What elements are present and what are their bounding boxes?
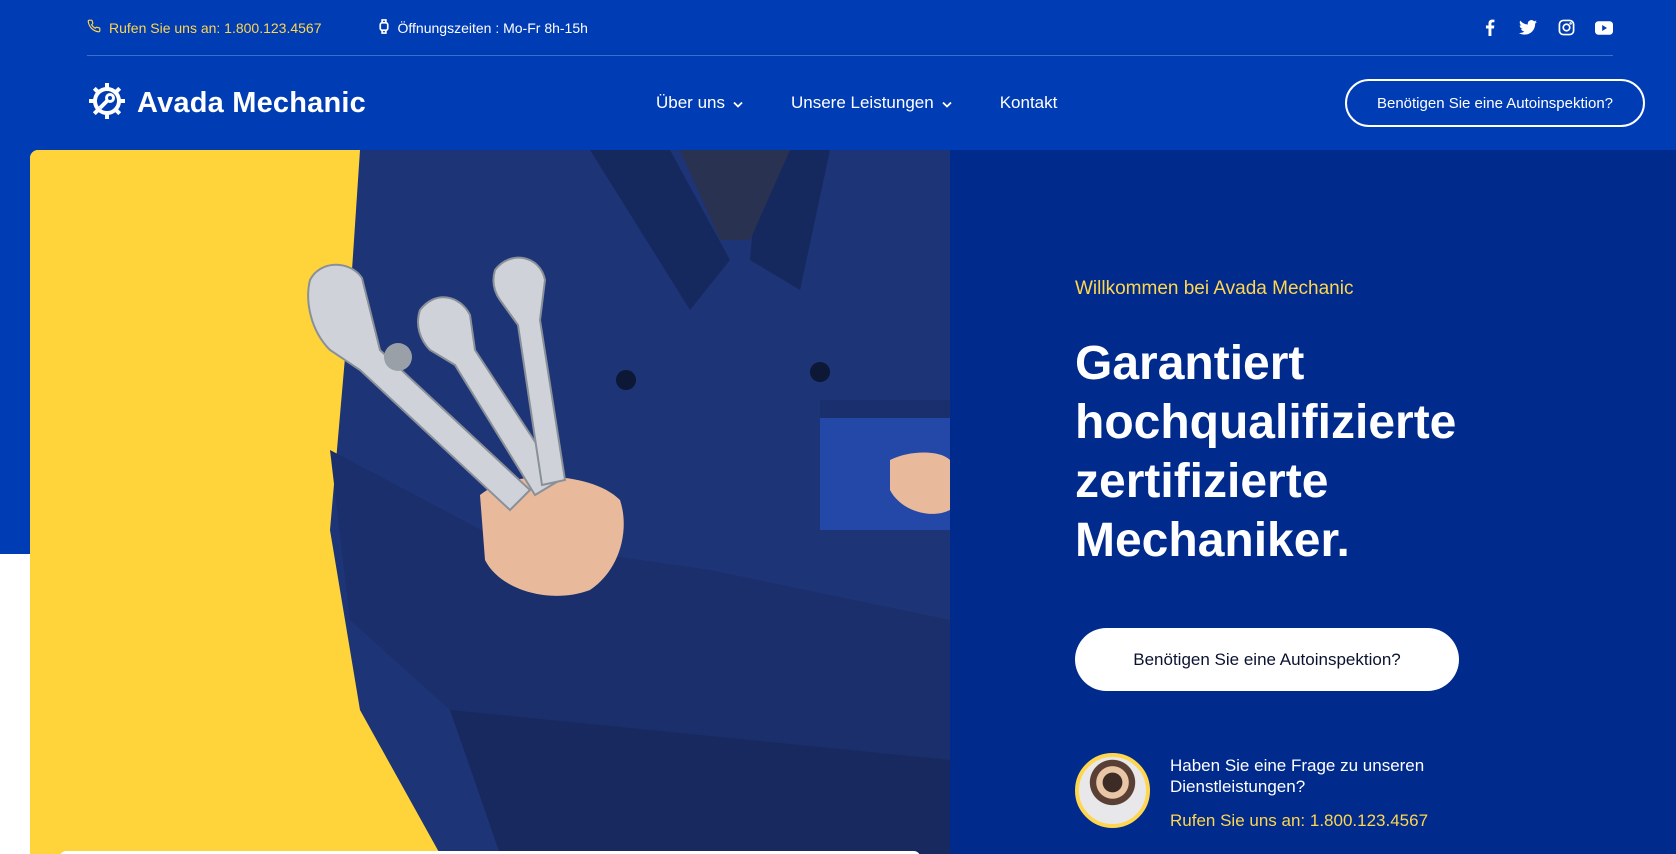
mechanic-with-wrenches-image: [30, 150, 950, 854]
nav-item-kontakt[interactable]: Kontakt: [1000, 93, 1058, 113]
topbar-phone-label: Rufen Sie uns an: 1.800.123.4567: [109, 19, 322, 36]
hero-kicker: Willkommen bei Avada Mechanic: [1075, 278, 1354, 299]
facebook-icon[interactable]: [1481, 19, 1499, 37]
youtube-icon[interactable]: [1595, 19, 1613, 37]
watch-icon: [378, 18, 390, 37]
nav-item-unsere-leistungen[interactable]: Unsere Leistungen: [791, 93, 952, 113]
hero-section: Willkommen bei Avada Mechanic Garantiert…: [30, 150, 1676, 854]
nav-menu: Über uns Unsere Leistungen Kontakt: [656, 93, 1057, 113]
instagram-icon[interactable]: [1557, 19, 1575, 37]
social-links: [1481, 19, 1613, 37]
contact-question: Haben Sie eine Frage zu unseren Dienstle…: [1170, 756, 1425, 796]
hero-inspection-button[interactable]: Benötigen Sie eine Autoinspektion?: [1075, 628, 1459, 691]
nav-item-label: Über uns: [656, 93, 725, 112]
nav-item-label: Unsere Leistungen: [790, 93, 934, 112]
hero-contact: Haben Sie eine Frage zu unseren Dienstle…: [1075, 753, 1470, 831]
topbar-phone[interactable]: Rufen Sie uns an: 1.800.123.4567: [87, 19, 322, 36]
hero-content-panel: Willkommen bei Avada Mechanic Garantiert…: [950, 150, 1676, 854]
topbar-hours-label: Öffnungszeiten : Mo-Fr 8h-15h: [397, 19, 588, 36]
main-navigation: Avada Mechanic Über uns Unsere Leistunge…: [87, 57, 1645, 149]
site-logo[interactable]: Avada Mechanic: [87, 81, 366, 126]
phone-icon: [87, 19, 101, 36]
advisor-avatar: [1075, 753, 1150, 828]
nav-item-ueber-uns[interactable]: Über uns: [656, 93, 743, 113]
nav-item-label: Kontakt: [999, 93, 1058, 112]
chevron-down-icon: [942, 93, 952, 113]
logo-text: Avada Mechanic: [137, 86, 366, 119]
top-bar: Rufen Sie uns an: 1.800.123.4567 Öffnung…: [87, 0, 1613, 56]
nav-inspection-button[interactable]: Benötigen Sie eine Autoinspektion?: [1344, 79, 1645, 127]
gear-wrench-icon: [87, 81, 127, 126]
contact-text: Haben Sie eine Frage zu unseren Dienstle…: [1170, 753, 1470, 831]
hero-headline: Garantiert hochqualifizierte zertifizier…: [1075, 337, 1457, 567]
chevron-down-icon: [733, 93, 743, 113]
twitter-icon[interactable]: [1519, 19, 1537, 37]
topbar-hours: Öffnungszeiten : Mo-Fr 8h-15h: [378, 18, 588, 37]
contact-phone-link[interactable]: Rufen Sie uns an: 1.800.123.4567: [1170, 811, 1470, 831]
